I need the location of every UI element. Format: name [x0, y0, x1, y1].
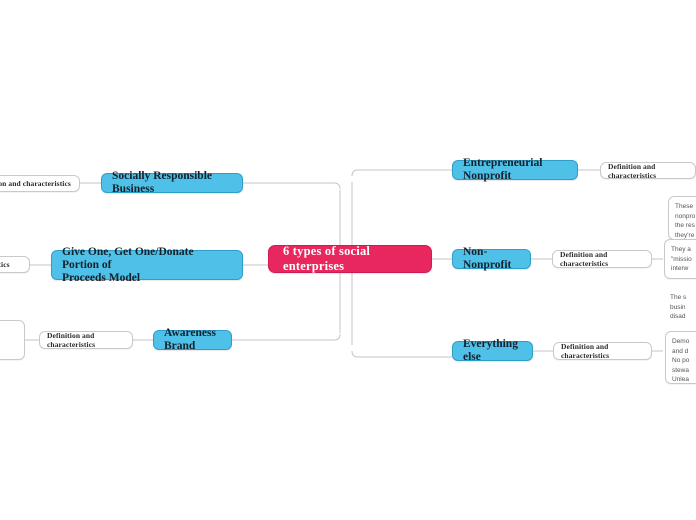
- sub-node-definition-everything-else[interactable]: Definition and characteristics: [553, 342, 652, 360]
- root-node[interactable]: 6 types of social enterprises: [268, 244, 432, 273]
- sub-node-definition-awareness-brand[interactable]: Definition and characteristics: [39, 331, 133, 349]
- topic-node-non-nonprofit[interactable]: Non-Nonprofit: [452, 246, 531, 271]
- sub-node-definition-give-one-get-one[interactable]: cteristics: [0, 256, 30, 273]
- detail-box-entrepreneurial-nonprofit: These nonpro the res they're: [668, 196, 696, 240]
- detail-text-social-business: The s busin disad: [670, 293, 696, 325]
- detail-line: No po: [672, 357, 690, 364]
- topic-node-label: Non-Nonprofit: [463, 246, 512, 271]
- sub-node-definition-socially-responsible-business[interactable]: nition and characteristics: [0, 175, 80, 192]
- topic-node-label-line1: Give One, Get One/Donate Portion of: [62, 245, 194, 271]
- detail-box-everything-else: Demo and d No po stewa Unlea: [665, 331, 696, 384]
- sub-node-label: Definition and characteristics: [47, 331, 96, 349]
- detail-line: and d: [672, 347, 689, 355]
- topic-node-entrepreneurial-nonprofit[interactable]: Entrepreneurial Nonprofit: [452, 157, 578, 182]
- sub-node-label: Definition and characteristics: [560, 250, 609, 268]
- detail-line: They a: [671, 246, 691, 253]
- topic-node-everything-else[interactable]: Everything else: [452, 338, 533, 363]
- topic-node-label: Entrepreneurial Nonprofit: [463, 157, 543, 182]
- sub-node-definition-non-nonprofit[interactable]: Definition and characteristics: [552, 250, 652, 268]
- detail-box-non-nonprofit: They a "missio interw: [664, 239, 696, 279]
- topic-node-label: Awareness Brand: [164, 327, 216, 352]
- detail-line: stewa: [672, 366, 689, 374]
- detail-line: Demo: [672, 338, 690, 345]
- detail-line: nonpro: [675, 212, 696, 220]
- detail-line: interw: [671, 265, 689, 272]
- topic-node-give-one-get-one[interactable]: Give One, Get One/Donate Portion of Proc…: [51, 246, 243, 284]
- sub-node-label: nition and characteristics: [0, 179, 71, 188]
- detail-line: "missio: [671, 255, 692, 263]
- sub-node-definition-entrepreneurial-nonprofit[interactable]: Definition and characteristics: [600, 161, 696, 180]
- topic-node-label: Give One, Get One/Donate Portion of Proc…: [62, 246, 232, 285]
- topic-node-awareness-brand[interactable]: Awareness Brand: [153, 327, 232, 352]
- sub-node-empty-awareness-brand[interactable]: [0, 320, 25, 360]
- detail-line: Unlea: [672, 376, 689, 383]
- topic-node-label: Everything else: [463, 338, 518, 363]
- detail-line: busin: [670, 303, 686, 311]
- topic-node-socially-responsible-business[interactable]: Socially Responsible Business: [101, 170, 243, 195]
- detail-line: These: [675, 203, 694, 210]
- sub-node-label: cteristics: [0, 260, 10, 269]
- sub-node-label: Definition and characteristics: [608, 161, 657, 180]
- detail-line: the res: [675, 222, 695, 229]
- sub-node-label: Definition and characteristics: [561, 342, 610, 360]
- mindmap-canvas: 6 types of social enterprises Entreprene…: [0, 0, 696, 520]
- root-node-label: 6 types of social enterprises: [283, 244, 371, 273]
- topic-node-label-line2: Proceeds Model: [62, 271, 141, 284]
- detail-line: The s: [670, 294, 687, 301]
- topic-node-label: Socially Responsible Business: [112, 170, 213, 195]
- detail-line: disad: [670, 313, 686, 320]
